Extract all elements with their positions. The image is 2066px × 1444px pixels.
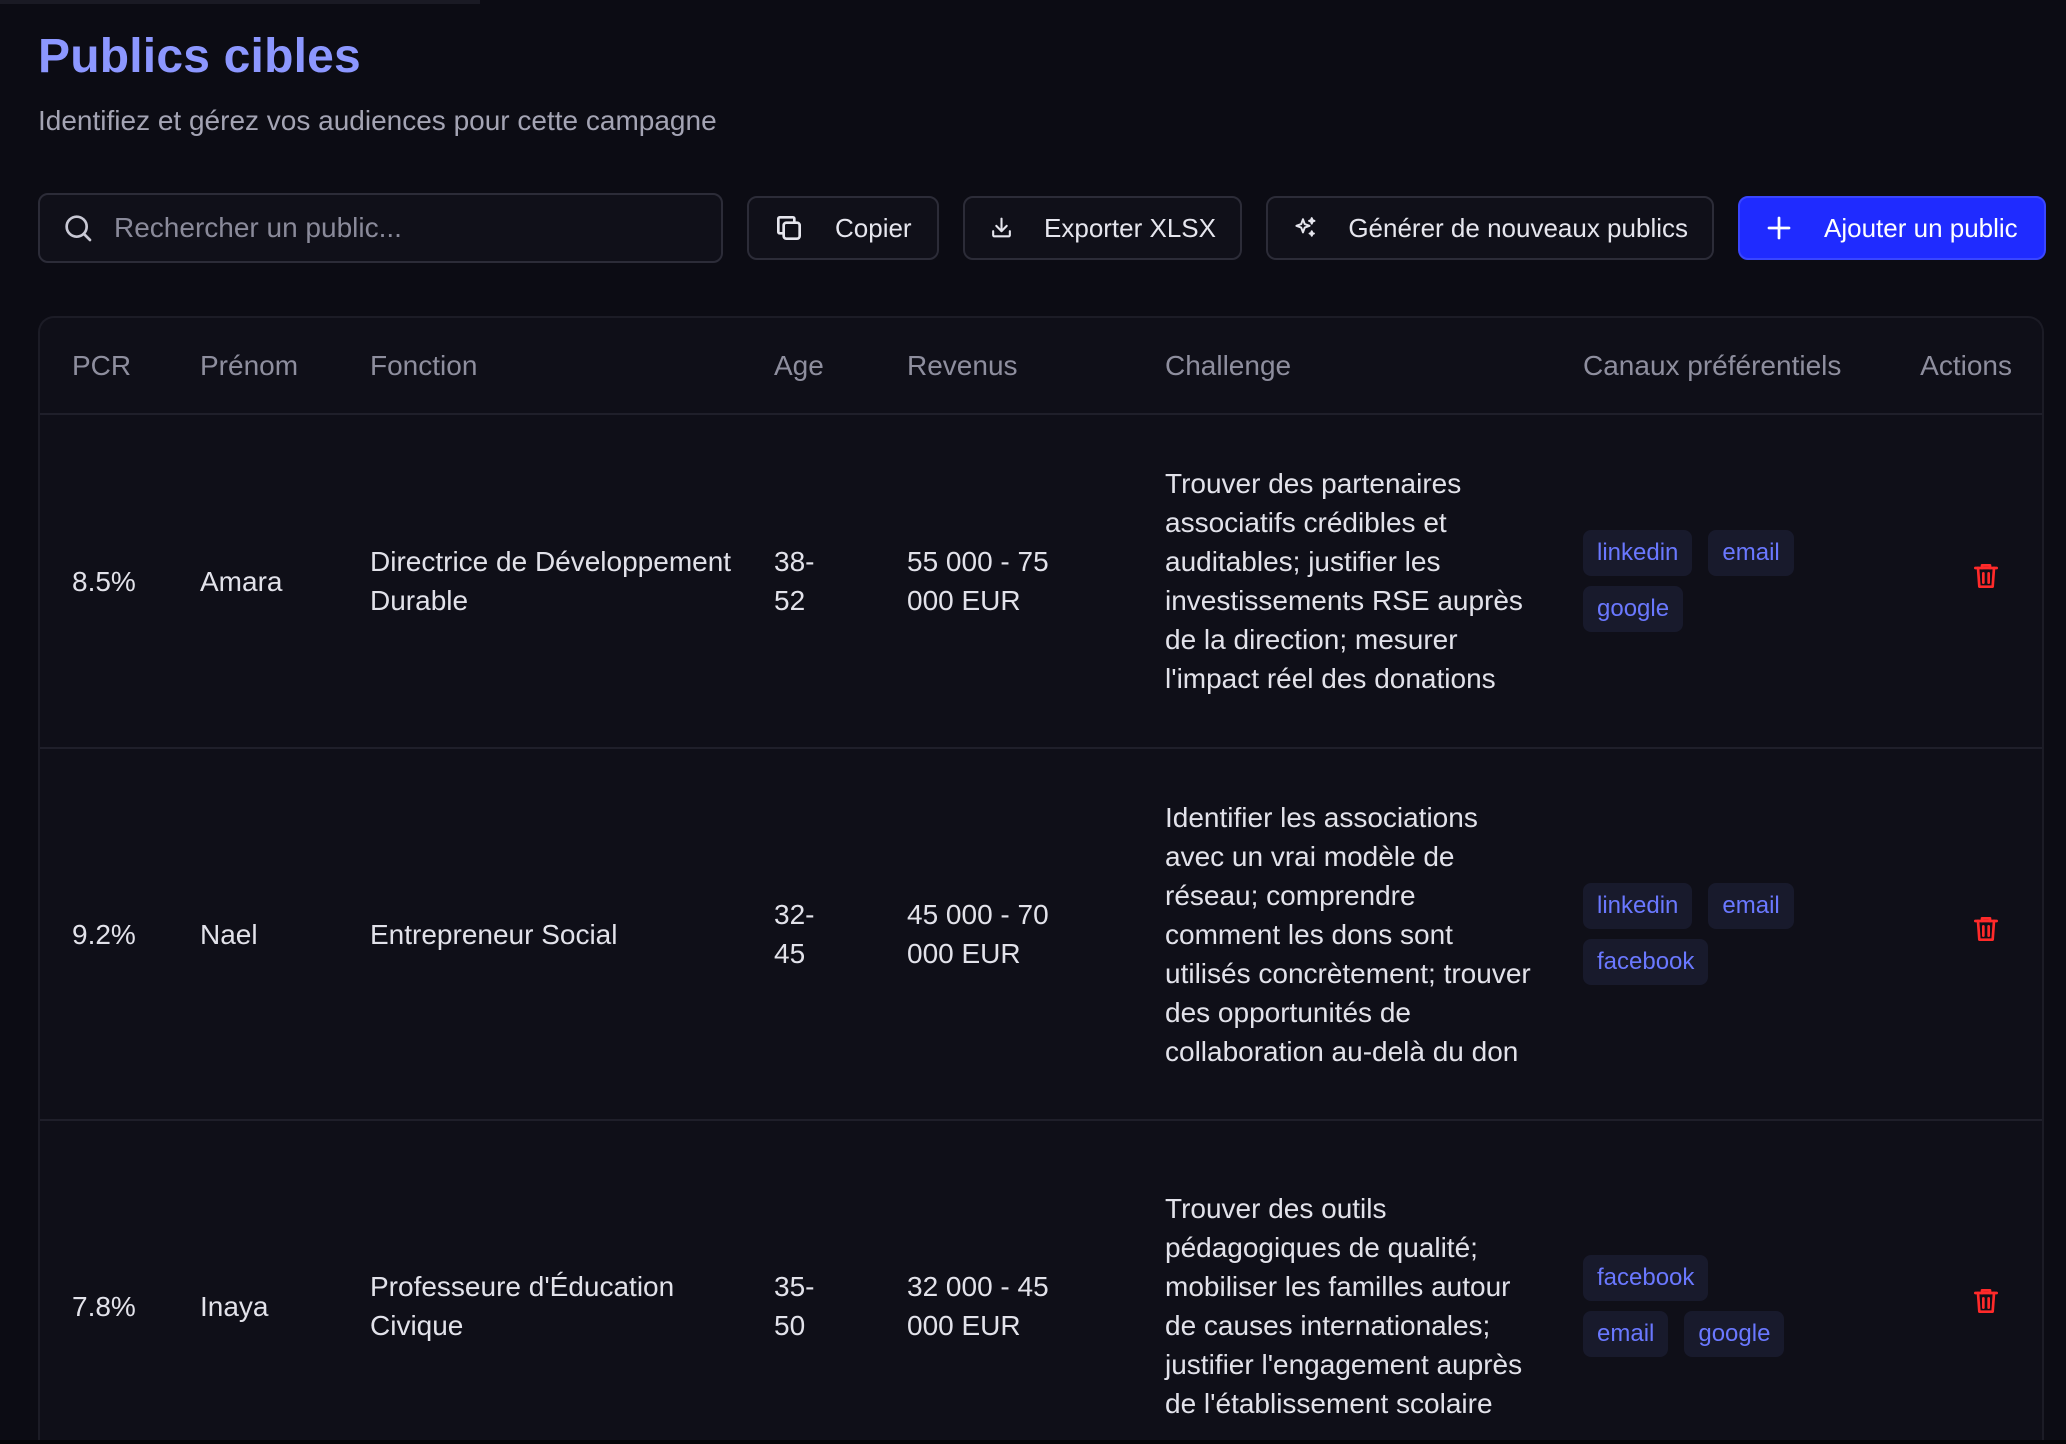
- cell-canaux: linkedin email google: [1551, 414, 1851, 749]
- generate-publics-button[interactable]: Générer de nouveaux publics: [1266, 196, 1714, 260]
- cell-challenge: Identifier les associations avec un vrai…: [1133, 748, 1551, 1121]
- page-title: Publics cibles: [38, 30, 361, 83]
- plus-icon: [1767, 216, 1791, 240]
- table-row[interactable]: 8.5% Amara Directrice de Développement D…: [40, 414, 2042, 749]
- column-header-fonction[interactable]: Fonction: [338, 318, 742, 415]
- channel-tags: linkedin email facebook: [1583, 883, 1803, 985]
- cell-revenus: 45 000 - 70 000 EUR: [875, 748, 1133, 1121]
- cell-canaux: linkedin email facebook: [1551, 748, 1851, 1121]
- bottom-strip: [0, 1440, 2066, 1444]
- cell-actions: [1851, 1120, 2042, 1444]
- add-public-button[interactable]: Ajouter un public: [1738, 196, 2046, 260]
- toolbar: Copier Exporter XLSX Générer de nouveaux…: [38, 192, 2048, 264]
- page: Publics cibles Identifiez et gérez vos a…: [0, 0, 2066, 1444]
- cell-prenom: Inaya: [168, 1120, 338, 1444]
- cell-fonction: Directrice de Développement Durable: [338, 414, 742, 749]
- cell-prenom: Amara: [168, 414, 338, 749]
- cell-revenus: 55 000 - 75 000 EUR: [875, 414, 1133, 749]
- search-input[interactable]: [112, 211, 721, 245]
- cell-challenge: Trouver des partenaires associatifs créd…: [1133, 414, 1551, 749]
- column-header-actions: Actions: [1851, 318, 2042, 415]
- column-header-revenus[interactable]: Revenus: [875, 318, 1133, 415]
- search-icon: [65, 215, 92, 242]
- table-header-row: PCR Prénom Fonction Age Revenus Challeng…: [40, 318, 2042, 415]
- cell-fonction: Professeure d'Éducation Civique: [338, 1120, 742, 1444]
- delete-button[interactable]: [1970, 913, 2002, 955]
- export-button-label: Exporter XLSX: [1044, 212, 1216, 243]
- export-xlsx-button[interactable]: Exporter XLSX: [963, 196, 1242, 260]
- copy-button-label: Copier: [835, 212, 912, 243]
- channel-tag: linkedin: [1583, 883, 1693, 929]
- copy-button[interactable]: Copier: [747, 196, 939, 260]
- column-header-pcr[interactable]: PCR: [40, 318, 168, 415]
- generate-button-label: Générer de nouveaux publics: [1348, 212, 1688, 243]
- cell-actions: [1851, 414, 2042, 749]
- trash-icon: [1974, 1289, 1998, 1313]
- cell-pcr: 8.5%: [40, 414, 168, 749]
- channel-tag: facebook: [1583, 939, 1709, 985]
- top-strip: [0, 0, 480, 4]
- cell-challenge: Trouver des outils pédagogiques de quali…: [1133, 1120, 1551, 1444]
- channel-tag: google: [1583, 586, 1684, 632]
- copy-icon: [777, 216, 801, 240]
- trash-icon: [1974, 917, 1998, 941]
- cell-fonction: Entrepreneur Social: [338, 748, 742, 1121]
- channel-tag: google: [1684, 1311, 1785, 1357]
- cell-canaux: facebook email google: [1551, 1120, 1851, 1444]
- cell-revenus: 32 000 - 45 000 EUR: [875, 1120, 1133, 1444]
- sparkles-icon: [1295, 217, 1316, 237]
- add-button-label: Ajouter un public: [1824, 212, 2018, 243]
- cell-pcr: 9.2%: [40, 748, 168, 1121]
- cell-prenom: Nael: [168, 748, 338, 1121]
- table-row[interactable]: 7.8% Inaya Professeure d'Éducation Civiq…: [40, 1120, 2042, 1444]
- channel-tag: facebook: [1583, 1255, 1709, 1301]
- page-subtitle: Identifiez et gérez vos audiences pour c…: [38, 105, 717, 136]
- cell-age: 38-52: [742, 414, 875, 749]
- channel-tags: facebook email google: [1583, 1255, 1803, 1357]
- column-header-canaux[interactable]: Canaux préférentiels: [1551, 318, 1851, 415]
- column-header-prenom[interactable]: Prénom: [168, 318, 338, 415]
- channel-tag: email: [1708, 883, 1794, 929]
- channel-tag: email: [1583, 1311, 1669, 1357]
- trash-icon: [1974, 564, 1998, 588]
- table-row[interactable]: 9.2% Nael Entrepreneur Social 32-45 45 0…: [40, 748, 2042, 1121]
- cell-age: 32-45: [742, 748, 875, 1121]
- cell-age: 35-50: [742, 1120, 875, 1444]
- publics-table: PCR Prénom Fonction Age Revenus Challeng…: [40, 318, 2042, 1444]
- download-icon: [992, 217, 1011, 238]
- delete-button[interactable]: [1970, 1285, 2002, 1327]
- column-header-challenge[interactable]: Challenge: [1133, 318, 1551, 415]
- channel-tag: email: [1708, 530, 1794, 576]
- publics-table-container: PCR Prénom Fonction Age Revenus Challeng…: [38, 316, 2044, 1444]
- column-header-age[interactable]: Age: [742, 318, 875, 415]
- channel-tag: linkedin: [1583, 530, 1693, 576]
- cell-actions: [1851, 748, 2042, 1121]
- channel-tags: linkedin email google: [1583, 530, 1803, 632]
- delete-button[interactable]: [1970, 560, 2002, 602]
- search-box[interactable]: [38, 193, 723, 263]
- cell-pcr: 7.8%: [40, 1120, 168, 1444]
